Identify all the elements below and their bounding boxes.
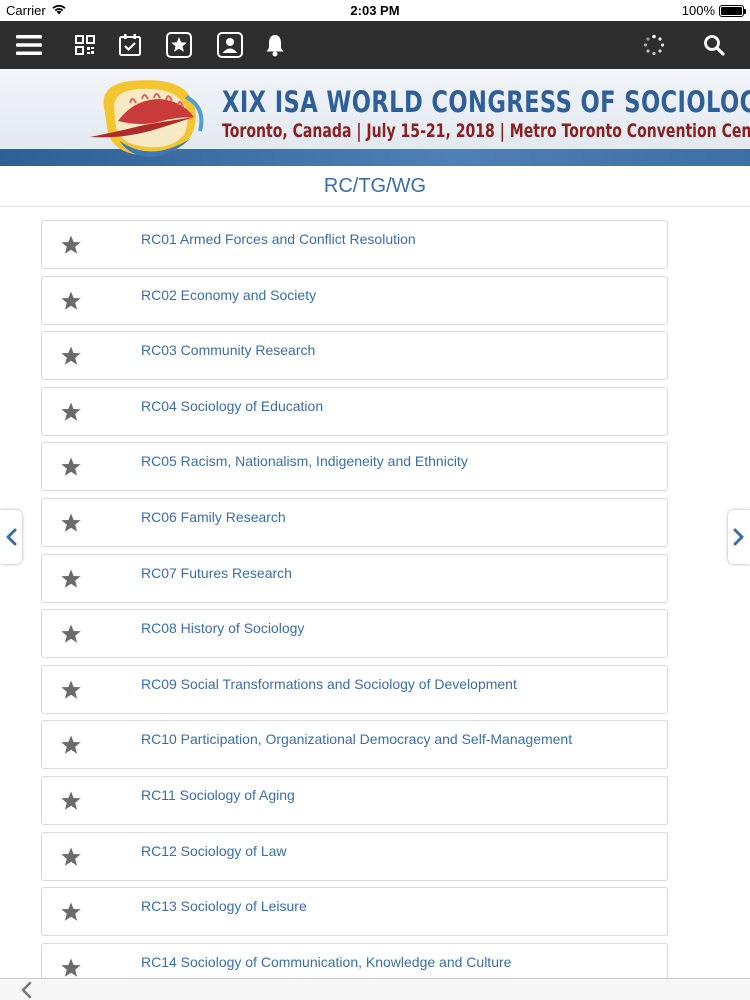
star-icon[interactable] — [60, 957, 82, 978]
battery-percent: 100% — [681, 3, 715, 18]
list-item[interactable]: RC14 Sociology of Communication, Knowled… — [41, 942, 668, 978]
list-item-label: RC13 Sociology of Leisure — [141, 898, 307, 915]
list-item-label: RC06 Family Research — [141, 508, 286, 525]
chevron-right-icon — [733, 528, 744, 546]
list-item-label: RC12 Sociology of Law — [141, 842, 287, 859]
list-item[interactable]: RC02 Economy and Society — [41, 275, 668, 325]
congress-logo — [90, 77, 210, 166]
qr-code-icon[interactable] — [72, 21, 98, 69]
loading-spinner-icon — [640, 21, 668, 69]
star-icon[interactable] — [60, 568, 82, 590]
profile-icon[interactable] — [215, 21, 245, 69]
list-item[interactable]: RC01 Armed Forces and Conflict Resolutio… — [41, 220, 668, 269]
star-icon[interactable] — [60, 901, 82, 923]
star-icon[interactable] — [60, 512, 82, 534]
list-item[interactable]: RC04 Sociology of Education — [41, 386, 668, 436]
star-icon[interactable] — [60, 679, 82, 701]
search-icon[interactable] — [700, 21, 728, 69]
star-icon[interactable] — [60, 790, 82, 812]
star-icon[interactable] — [60, 846, 82, 868]
bell-icon[interactable] — [262, 21, 288, 69]
battery-level — [721, 6, 742, 15]
list-item-label: RC02 Economy and Society — [141, 286, 317, 303]
page-title: RC/TG/WG — [323, 175, 427, 197]
banner-title: XIX ISA WORLD CONGRESS OF SOCIOLOGY — [222, 85, 750, 119]
list-item[interactable]: RC03 Community Research — [41, 331, 668, 381]
star-icon[interactable] — [60, 734, 82, 756]
list-item-label: RC03 Community Research — [141, 342, 316, 359]
menu-icon[interactable] — [12, 21, 46, 69]
banner-subtitle: Toronto, Canada | July 15-21, 2018 | Met… — [222, 120, 750, 142]
app-toolbar — [0, 21, 750, 69]
list-item[interactable]: RC10 Participation, Organizational Democ… — [41, 720, 668, 770]
battery-icon — [719, 4, 746, 17]
bottom-bar — [0, 978, 750, 1000]
list-item[interactable]: RC05 Racism, Nationalism, Indigeneity an… — [41, 442, 668, 492]
list-item-label: RC11 Sociology of Aging — [141, 786, 295, 803]
list-item-label: RC08 History of Sociology — [141, 620, 305, 637]
star-icon[interactable] — [60, 345, 82, 367]
status-bar: Carrier 2:03 PM 100% — [0, 0, 750, 21]
list-item[interactable]: RC11 Sociology of Aging — [41, 775, 668, 825]
list-item-label: RC14 Sociology of Communication, Knowled… — [141, 953, 512, 970]
back-chevron-icon[interactable] — [18, 981, 36, 999]
list-item-label: RC09 Social Transformations and Sociolog… — [141, 675, 517, 692]
chevron-left-icon — [6, 528, 17, 546]
list-item[interactable]: RC12 Sociology of Law — [41, 831, 668, 881]
previous-page-button[interactable] — [0, 510, 22, 564]
list-item-label: RC07 Futures Research — [141, 564, 292, 581]
clock: 2:03 PM — [350, 3, 400, 18]
list-item[interactable]: RC08 History of Sociology — [41, 609, 668, 659]
list-item[interactable]: RC09 Social Transformations and Sociolog… — [41, 664, 668, 714]
list-item-label: RC04 Sociology of Education — [141, 397, 324, 414]
star-icon[interactable] — [60, 456, 82, 478]
next-page-button[interactable] — [728, 510, 750, 564]
list-item[interactable]: RC07 Futures Research — [41, 553, 668, 603]
list-item[interactable]: RC06 Family Research — [41, 497, 668, 547]
star-icon[interactable] — [60, 623, 82, 645]
list-item[interactable]: RC13 Sociology of Leisure — [41, 887, 668, 937]
star-icon[interactable] — [60, 290, 82, 312]
status-right: 100% — [681, 3, 746, 18]
star-icon[interactable] — [60, 401, 82, 423]
calendar-check-icon[interactable] — [116, 21, 144, 69]
heading-divider — [0, 206, 750, 207]
research-committee-list: RC01 Armed Forces and Conflict Resolutio… — [41, 220, 668, 978]
list-item-label: RC01 Armed Forces and Conflict Resolutio… — [141, 231, 416, 247]
list-item-label: RC10 Participation, Organizational Democ… — [141, 731, 573, 748]
list-item-label: RC05 Racism, Nationalism, Indigeneity an… — [141, 453, 468, 470]
favorites-star-icon[interactable] — [164, 21, 194, 69]
congress-banner: XIX ISA WORLD CONGRESS OF SOCIOLOGY Toro… — [0, 69, 750, 166]
star-icon[interactable] — [60, 234, 82, 256]
